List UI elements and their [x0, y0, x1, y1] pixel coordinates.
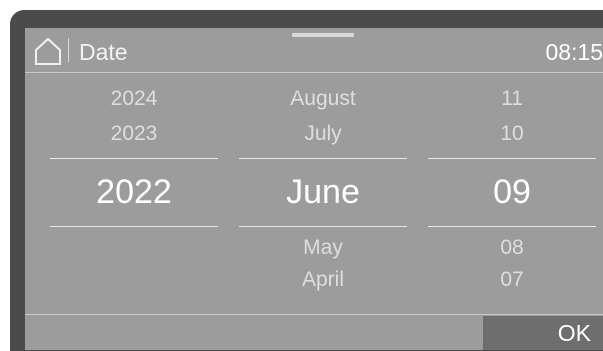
year-selection-line-top	[50, 158, 218, 159]
day-picker[interactable]: 11 10 09 08 07	[428, 72, 596, 314]
year-option[interactable]: 2024	[50, 87, 218, 111]
day-selection-line-bottom	[428, 226, 596, 227]
day-option[interactable]: 08	[428, 236, 596, 260]
day-selection-line-top	[428, 158, 596, 159]
ok-button[interactable]: OK	[483, 316, 603, 350]
day-option[interactable]: 07	[428, 268, 596, 292]
month-option[interactable]: August	[239, 87, 407, 111]
month-option[interactable]: May	[239, 236, 407, 260]
month-selection-line-top	[239, 158, 407, 159]
month-option[interactable]: July	[239, 122, 407, 146]
display-screen: Date 08:15 2024 2023 2022 August July Ju…	[25, 28, 603, 350]
day-option[interactable]: 11	[428, 87, 596, 111]
year-selection-line-bottom	[50, 226, 218, 227]
home-icon	[35, 37, 61, 65]
year-selected[interactable]: 2022	[50, 173, 218, 212]
clock-time: 08:15	[545, 39, 603, 65]
footer-bar: OK	[25, 314, 603, 350]
day-option[interactable]: 10	[428, 122, 596, 146]
month-selection-line-bottom	[239, 226, 407, 227]
month-picker[interactable]: August July June May April	[239, 72, 407, 314]
page-title: Date	[79, 39, 128, 65]
day-selected[interactable]: 09	[428, 173, 596, 212]
year-picker[interactable]: 2024 2023 2022	[50, 72, 218, 314]
home-button[interactable]	[33, 37, 63, 65]
year-option[interactable]: 2023	[50, 122, 218, 146]
drag-handle[interactable]	[292, 33, 354, 37]
month-selected[interactable]: June	[239, 173, 407, 212]
device-bezel: Date 08:15 2024 2023 2022 August July Ju…	[10, 10, 603, 351]
month-option[interactable]: April	[239, 268, 407, 292]
header-divider	[68, 38, 69, 62]
